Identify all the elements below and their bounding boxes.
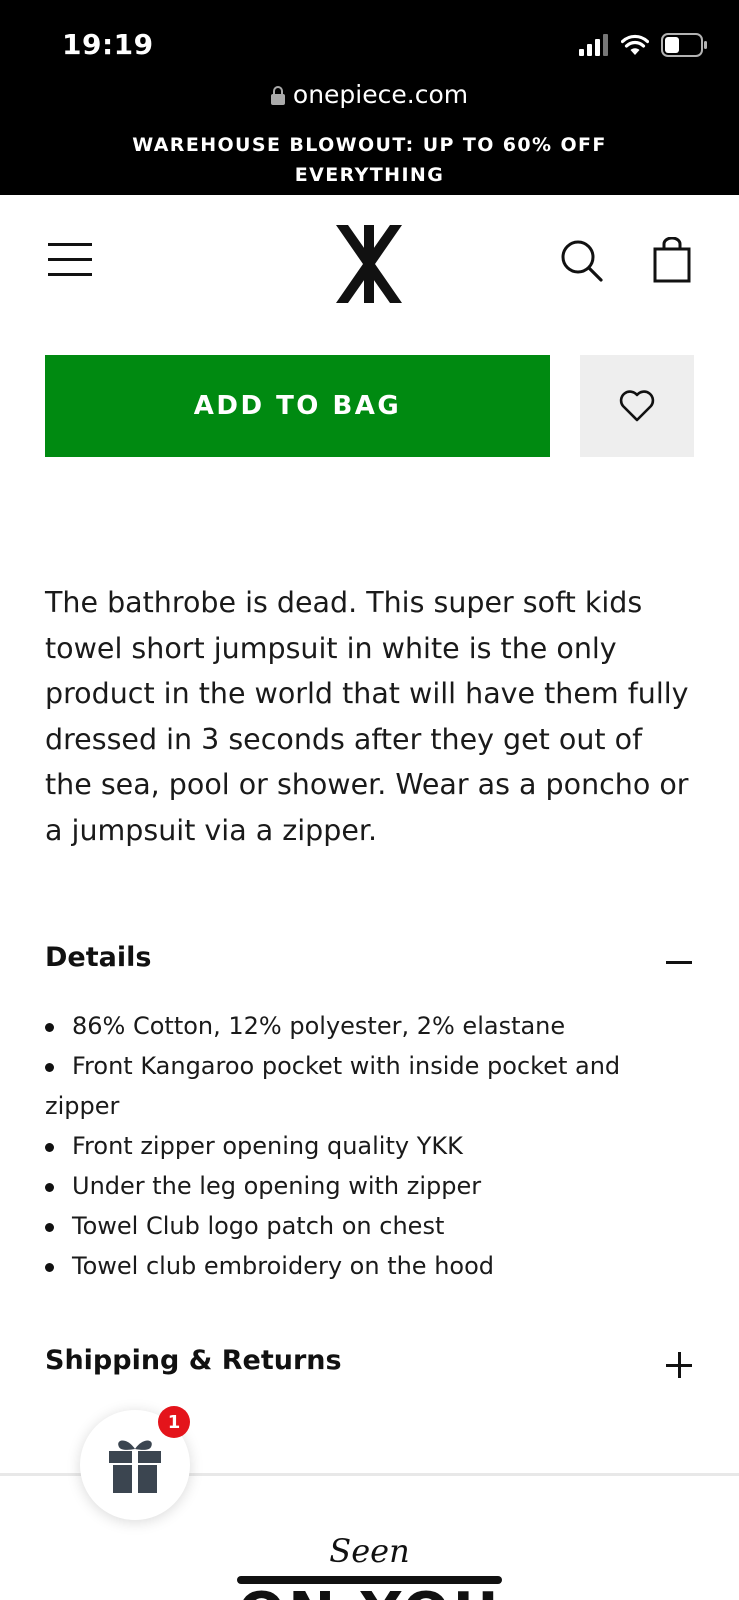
battery-icon: [661, 33, 707, 57]
heart-icon: [619, 390, 655, 422]
product-description: The bathrobe is dead. This super soft ki…: [45, 586, 689, 847]
signal-icon: [579, 34, 608, 56]
list-item: 86% Cotton, 12% polyester, 2% elastane: [45, 1006, 695, 1046]
seen-on-you-script: Seen: [329, 1532, 410, 1570]
list-item: Towel club embroidery on the hood: [45, 1246, 695, 1286]
menu-icon[interactable]: [48, 243, 92, 277]
list-item: Front zipper opening quality YKK: [45, 1126, 695, 1166]
collapse-icon[interactable]: [664, 947, 694, 977]
shipping-returns-title[interactable]: Shipping & Returns: [45, 1345, 342, 1376]
add-to-bag-button[interactable]: ADD TO BAG: [45, 355, 550, 457]
gift-icon: [109, 1440, 161, 1493]
site-header: [0, 195, 739, 335]
top-bar: 19:19 onepiece.com WAREHOUSE BLOWOUT: UP…: [0, 0, 739, 195]
lock-icon: [270, 85, 285, 105]
search-icon[interactable]: [560, 239, 604, 283]
notification-badge: 1: [158, 1406, 190, 1438]
details-list: 86% Cotton, 12% polyester, 2% elastane F…: [45, 1006, 695, 1286]
seen-on-you-heading: ON YOU: [0, 1584, 739, 1600]
status-time: 19:19: [62, 28, 154, 61]
expand-icon[interactable]: [664, 1350, 694, 1380]
promo-line-1: WAREHOUSE BLOWOUT: UP TO 60% OFF: [132, 134, 607, 156]
list-item: Front Kangaroo pocket with inside pocket…: [45, 1052, 621, 1120]
wishlist-button[interactable]: [580, 355, 694, 457]
promo-line-2: EVERYTHING: [294, 164, 445, 186]
list-item: Towel Club logo patch on chest: [45, 1206, 695, 1246]
promo-banner[interactable]: WAREHOUSE BLOWOUT: UP TO 60% OFF EVERYTH…: [0, 130, 739, 190]
wifi-icon: [621, 34, 649, 55]
brand-logo[interactable]: [330, 225, 408, 303]
list-item-continuation: zipper: [45, 1092, 120, 1120]
details-title[interactable]: Details: [45, 942, 151, 973]
bag-icon[interactable]: [653, 237, 691, 283]
status-icons: [579, 32, 707, 58]
address-bar[interactable]: onepiece.com: [0, 80, 739, 109]
list-item: Under the leg opening with zipper: [45, 1166, 695, 1206]
url-text: onepiece.com: [292, 80, 469, 109]
